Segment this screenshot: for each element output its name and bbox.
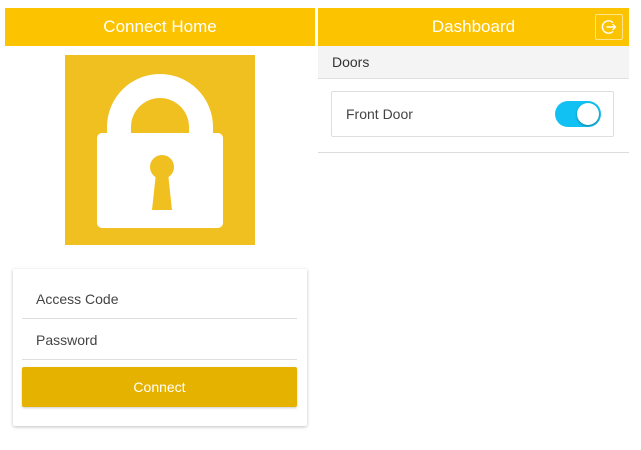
door-list: Front Door bbox=[318, 79, 629, 153]
password-input[interactable] bbox=[22, 320, 297, 359]
section-title: Doors bbox=[332, 54, 370, 70]
password-field bbox=[22, 320, 297, 360]
doors-section-header: Doors bbox=[318, 46, 629, 79]
logout-button[interactable] bbox=[595, 14, 623, 40]
logout-icon bbox=[601, 20, 617, 34]
padlock-icon bbox=[97, 74, 223, 228]
toggle-knob bbox=[577, 103, 599, 125]
lock-tile bbox=[65, 55, 255, 245]
list-item: Front Door bbox=[331, 91, 614, 137]
access-code-input[interactable] bbox=[22, 279, 297, 318]
front-door-toggle[interactable] bbox=[555, 101, 601, 127]
dashboard-header: Dashboard bbox=[318, 8, 629, 46]
access-code-field bbox=[22, 279, 297, 319]
connect-button[interactable]: Connect bbox=[22, 367, 297, 407]
dashboard-title: Dashboard bbox=[431, 17, 516, 36]
door-label: Front Door bbox=[346, 106, 413, 122]
login-title: Connect Home bbox=[103, 17, 217, 36]
login-header: Connect Home bbox=[5, 8, 315, 46]
login-card: Connect bbox=[13, 269, 307, 426]
dashboard-screen: Dashboard Doors Front Door bbox=[318, 8, 629, 444]
login-screen: Connect Home Connect bbox=[5, 8, 315, 444]
